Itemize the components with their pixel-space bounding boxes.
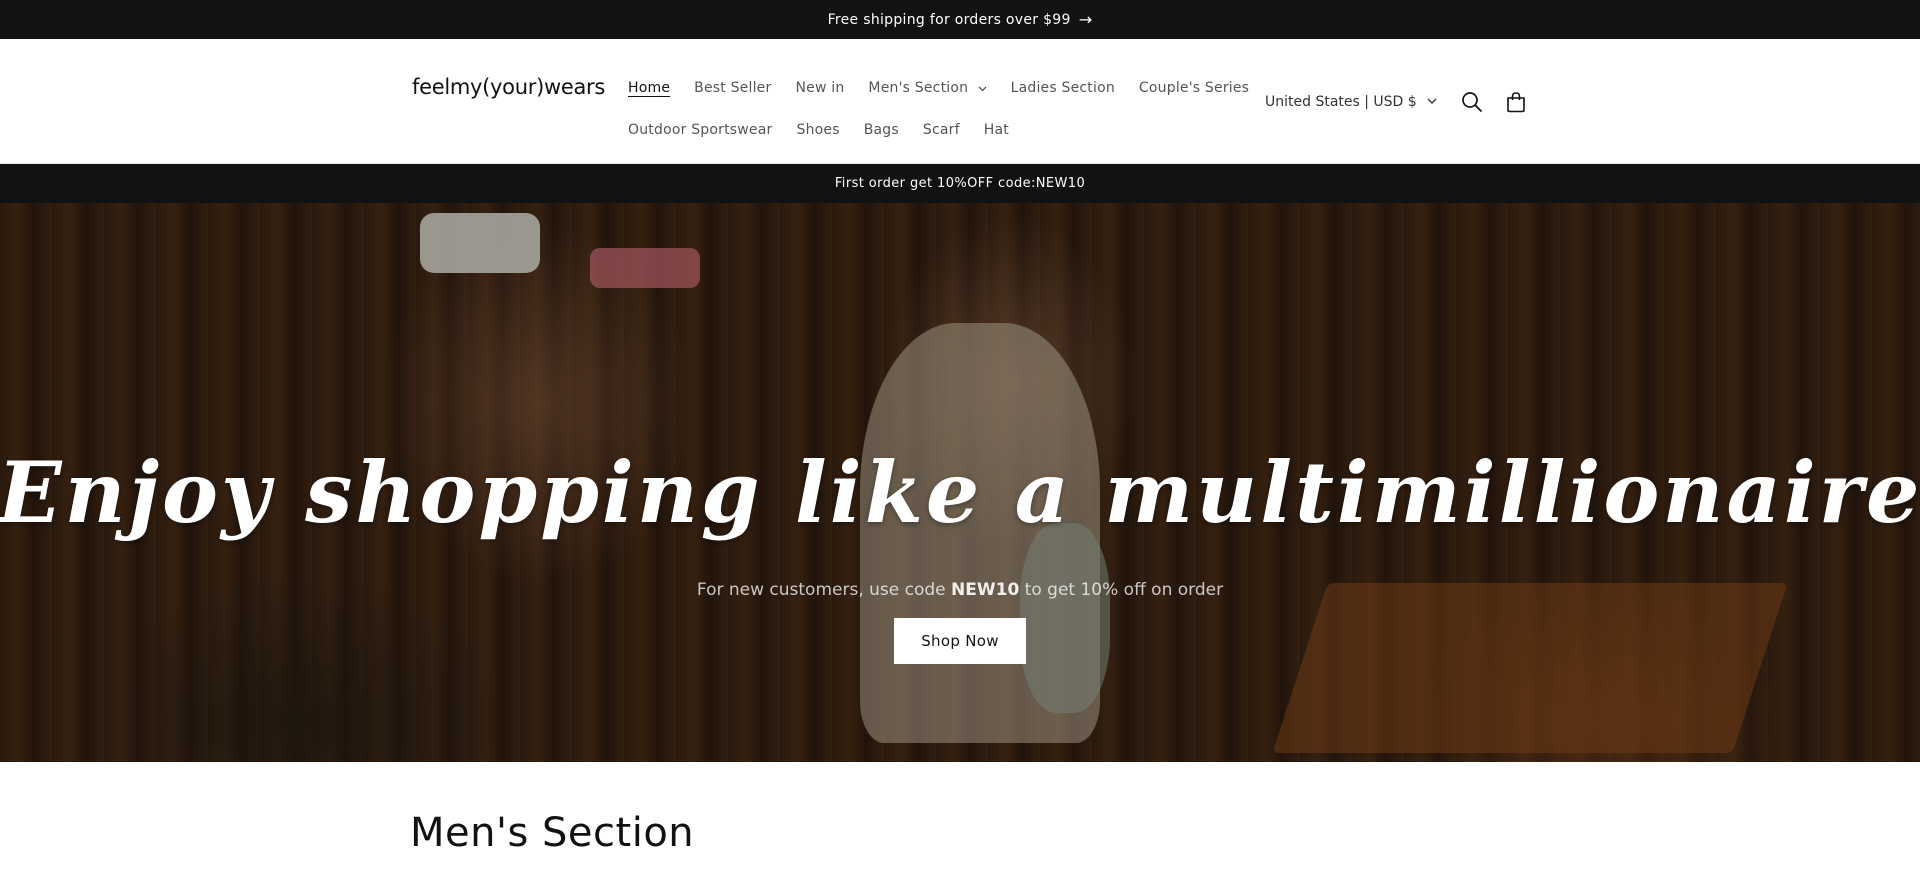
nav-item-label: Scarf: [922, 122, 960, 138]
nav-item-label: Home: [628, 80, 671, 96]
cart-icon[interactable]: [1501, 87, 1531, 117]
hero-banner: Enjoy shopping like a multimillionaire F…: [0, 203, 1920, 762]
chevron-down-icon: [1427, 96, 1437, 107]
country-selector[interactable]: United States | USD $: [1265, 94, 1437, 110]
announcement-text: Free shipping for orders over $99: [827, 11, 1071, 28]
nav-item-label: Bags: [863, 122, 899, 138]
nav-row-secondary: Outdoor Sportswear Shoes Bags Scarf Hat: [628, 109, 1218, 151]
nav-item-hat[interactable]: Hat: [984, 122, 1009, 138]
hero-subtitle-text: to get 10% off on order: [1019, 580, 1224, 600]
nav-item-bags[interactable]: Bags: [864, 122, 899, 138]
nav-item-label: New in: [795, 80, 845, 96]
nav-item-home[interactable]: Home: [628, 80, 670, 96]
nav-item-best-seller[interactable]: Best Seller: [694, 80, 771, 96]
nav-item-ladies-section[interactable]: Ladies Section: [1011, 80, 1115, 96]
nav-item-label: Hat: [983, 122, 1009, 138]
arrow-right-icon: →: [1078, 10, 1093, 29]
main-nav: Home Best Seller New in Men's Section La…: [628, 67, 1249, 151]
hero-content: Enjoy shopping like a multimillionaire F…: [0, 203, 1920, 762]
nav-item-label: Couple's Series: [1138, 80, 1250, 96]
hero-title: Enjoy shopping like a multimillionaire: [0, 443, 1920, 542]
nav-item-outdoor-sportswear[interactable]: Outdoor Sportswear: [628, 122, 772, 138]
nav-item-label: Best Seller: [694, 80, 772, 96]
nav-item-label: Outdoor Sportswear: [628, 122, 773, 138]
nav-item-label: Ladies Section: [1010, 80, 1115, 96]
chevron-down-icon: [974, 84, 987, 95]
nav-item-new-in[interactable]: New in: [795, 80, 844, 96]
hero-subtitle: For new customers, use code NEW10 to get…: [697, 580, 1223, 600]
discount-code: NEW10: [951, 580, 1020, 600]
nav-item-shoes[interactable]: Shoes: [796, 122, 839, 138]
section-title: Men's Section: [410, 810, 695, 856]
promo-bar: First order get 10%OFF code:NEW10: [0, 164, 1920, 203]
announcement-bar[interactable]: Free shipping for orders over $99 →: [0, 0, 1920, 39]
site-logo[interactable]: feelmy(your)wears: [412, 75, 605, 99]
nav-item-scarf[interactable]: Scarf: [923, 122, 960, 138]
country-label: United States | USD $: [1265, 93, 1417, 110]
site-header: feelmy(your)wears Home Best Seller New i…: [0, 39, 1920, 164]
nav-item-label: Shoes: [796, 122, 840, 138]
nav-row-primary: Home Best Seller New in Men's Section La…: [628, 67, 1249, 109]
search-icon[interactable]: [1457, 87, 1487, 117]
nav-item-label: Men's Section: [868, 80, 969, 96]
nav-item-couples-series[interactable]: Couple's Series: [1139, 80, 1249, 96]
shop-now-button[interactable]: Shop Now: [894, 618, 1026, 664]
hero-subtitle-text: For new customers, use code: [696, 580, 952, 600]
header-utilities: United States | USD $: [1265, 39, 1531, 164]
promo-text: First order get 10%OFF code:NEW10: [834, 176, 1086, 191]
nav-item-mens-section[interactable]: Men's Section: [868, 80, 987, 96]
